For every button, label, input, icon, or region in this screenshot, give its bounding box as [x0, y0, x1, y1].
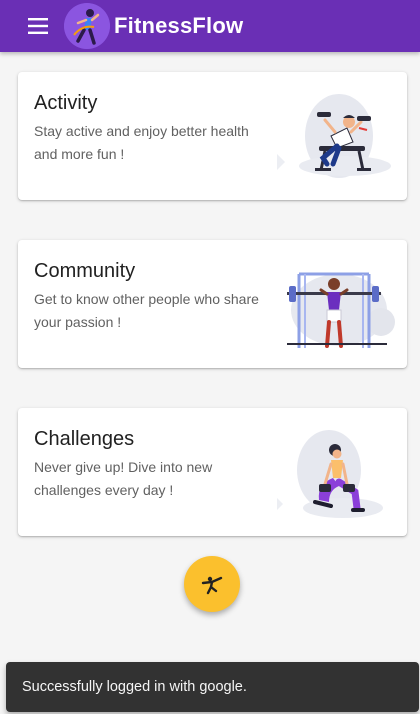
dumbbell-bench-illustration: [277, 94, 391, 178]
card-title: Activity: [34, 92, 98, 114]
card-community[interactable]: Community Get to know other people who s…: [18, 240, 407, 368]
app-bar: FitnessFlow: [0, 0, 420, 52]
card-title: Community: [34, 260, 136, 282]
barbell-rack-illustration: [287, 272, 395, 348]
karate-kick-icon: [201, 576, 223, 595]
app-title: FitnessFlow: [114, 13, 244, 38]
card-challenges[interactable]: Challenges Never give up! Dive into new …: [18, 408, 407, 536]
menu-button[interactable]: [24, 12, 52, 40]
card-title: Challenges: [34, 428, 135, 450]
snackbar-message: Successfully logged in with google.: [22, 679, 247, 695]
card-description: Stay active and enjoy better health and …: [34, 123, 249, 162]
hamburger-menu-icon: [28, 18, 48, 34]
login-snackbar: Successfully logged in with google.: [6, 662, 419, 712]
card-description: Never give up! Dive into new challenges …: [34, 459, 213, 498]
app-logo: [64, 3, 110, 49]
card-activity[interactable]: Activity Stay active and enjoy better he…: [18, 72, 407, 200]
start-activity-fab[interactable]: [184, 556, 240, 612]
card-description: Get to know other people who share your …: [34, 291, 259, 330]
lunge-dumbbell-illustration: [277, 430, 383, 518]
